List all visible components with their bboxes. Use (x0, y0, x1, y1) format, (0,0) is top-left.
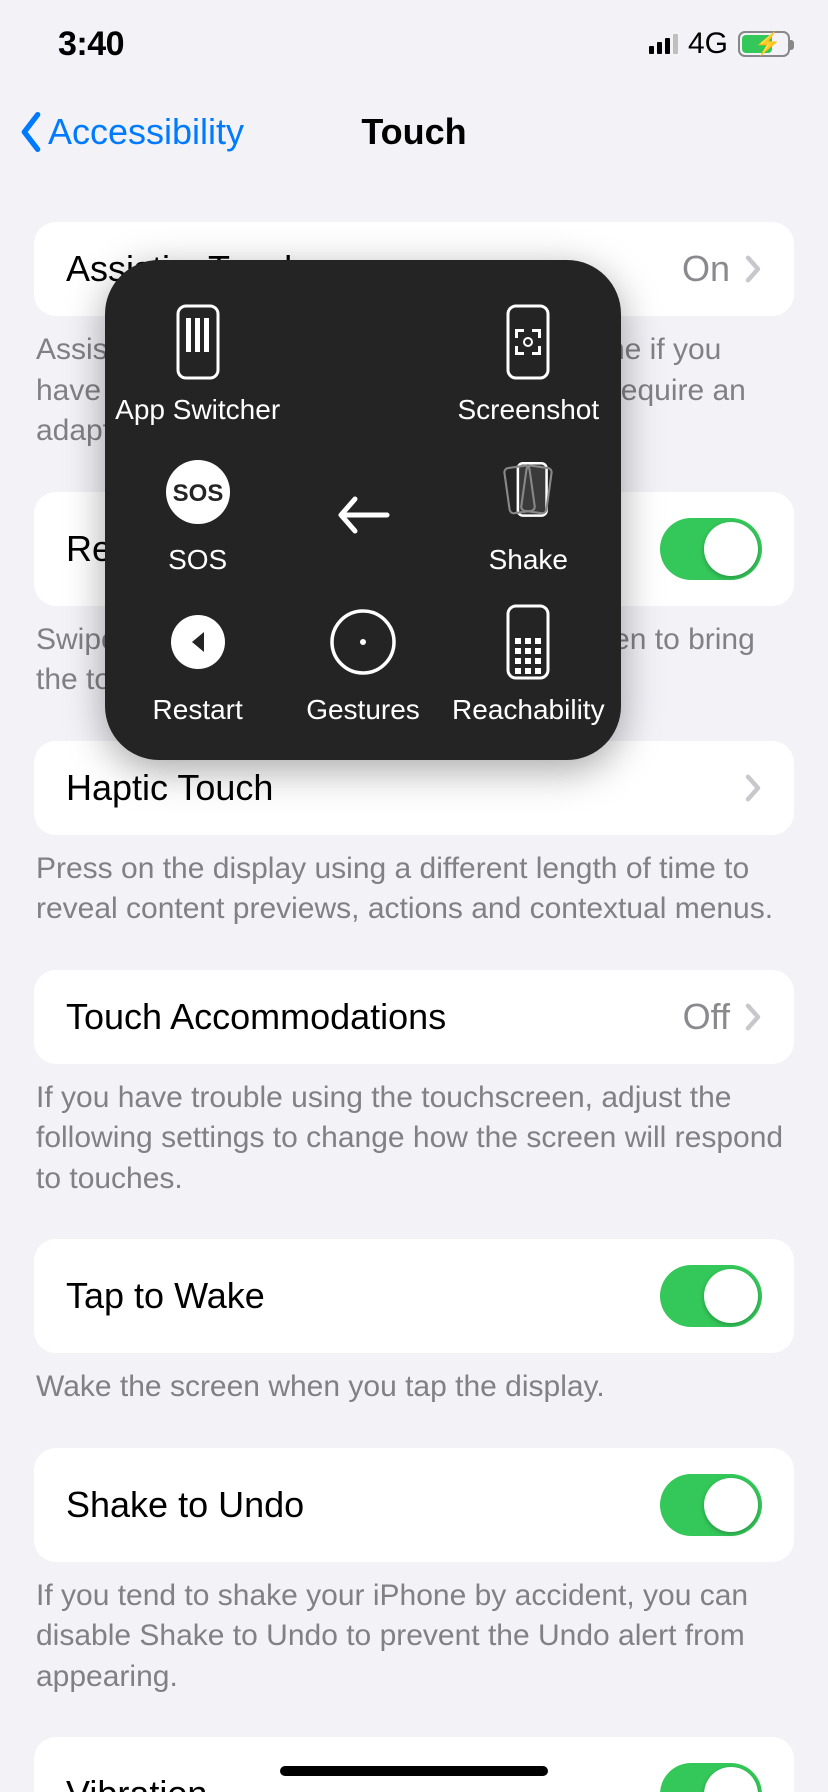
chevron-right-icon (744, 773, 762, 803)
toggle-vibration[interactable] (660, 1763, 762, 1792)
back-button[interactable]: Accessibility (18, 111, 244, 153)
menu-item-restart[interactable]: Restart (153, 604, 243, 726)
menu-item-screenshot[interactable]: Screenshot (458, 304, 600, 426)
row-label: Shake to Undo (66, 1484, 304, 1526)
row-label: Tap to Wake (66, 1275, 265, 1317)
menu-item-shake[interactable]: Shake (489, 454, 568, 576)
assistivetouch-menu: App Switcher Screenshot SOS SOS Shake Re… (105, 260, 621, 760)
gestures-icon (325, 604, 401, 680)
row-value: On (682, 248, 730, 290)
row-description: If you tend to shake your iPhone by acci… (0, 1562, 828, 1738)
row-tap-to-wake[interactable]: Tap to Wake (34, 1239, 794, 1353)
menu-item-label: Reachability (452, 694, 605, 726)
menu-item-app-switcher[interactable]: App Switcher (115, 304, 280, 426)
svg-text:SOS: SOS (172, 480, 223, 507)
row-shake-to-undo[interactable]: Shake to Undo (34, 1448, 794, 1562)
sos-icon: SOS (160, 454, 236, 530)
chevron-right-icon (744, 1002, 762, 1032)
menu-item-label: Restart (153, 694, 243, 726)
toggle-shake-to-undo[interactable] (660, 1474, 762, 1536)
menu-back-arrow[interactable] (335, 495, 391, 535)
reachability-icon (490, 604, 566, 680)
status-bar: 3:40 4G ⚡ (0, 0, 828, 88)
back-label: Accessibility (48, 111, 244, 153)
menu-item-reachability[interactable]: Reachability (452, 604, 605, 726)
chevron-right-icon (744, 254, 762, 284)
row-label: Vibration (66, 1773, 207, 1792)
chevron-left-icon (18, 112, 44, 152)
arrow-left-icon (335, 495, 391, 535)
row-vibration[interactable]: Vibration (34, 1737, 794, 1792)
row-touch-accommodations[interactable]: Touch Accommodations Off (34, 970, 794, 1064)
nav-bar: Accessibility Touch (0, 88, 828, 176)
page-title: Touch (361, 111, 466, 153)
row-label: Touch Accommodations (66, 996, 446, 1038)
battery-icon: ⚡ (738, 31, 790, 57)
screenshot-icon (490, 304, 566, 380)
signal-icon (649, 34, 678, 54)
home-indicator[interactable] (280, 1766, 548, 1776)
menu-item-label: App Switcher (115, 394, 280, 426)
restart-icon (160, 604, 236, 680)
menu-item-gestures[interactable]: Gestures (306, 604, 420, 726)
status-right: 4G ⚡ (649, 27, 790, 61)
toggle-tap-to-wake[interactable] (660, 1265, 762, 1327)
menu-item-sos[interactable]: SOS SOS (160, 454, 236, 576)
menu-item-label: SOS (168, 544, 227, 576)
row-description: If you have trouble using the touchscree… (0, 1064, 828, 1240)
menu-item-label: Shake (489, 544, 568, 576)
row-description: Wake the screen when you tap the display… (0, 1353, 828, 1448)
app-switcher-icon (160, 304, 236, 380)
network-label: 4G (688, 27, 728, 61)
shake-icon (490, 454, 566, 530)
menu-item-label: Gestures (306, 694, 420, 726)
toggle-reachability[interactable] (660, 518, 762, 580)
status-time: 3:40 (58, 25, 124, 64)
row-label: Haptic Touch (66, 767, 273, 809)
row-value: Off (683, 996, 730, 1038)
row-description: Press on the display using a different l… (0, 835, 828, 970)
menu-item-label: Screenshot (458, 394, 600, 426)
